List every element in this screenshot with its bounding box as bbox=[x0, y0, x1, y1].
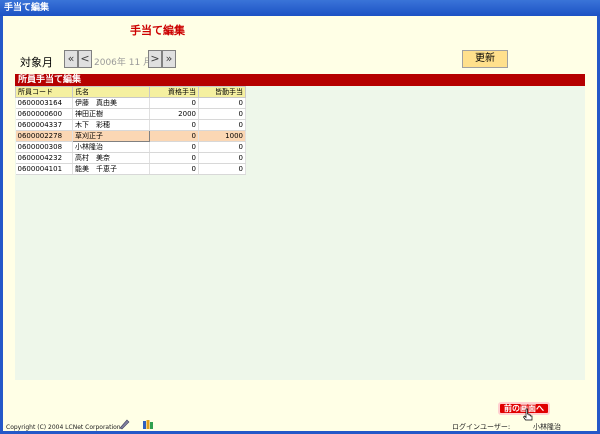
section-header: 所員手当て編集 bbox=[15, 74, 585, 86]
cell-name: 木下 彩穂 bbox=[72, 119, 150, 131]
cell-qualification[interactable]: 0 bbox=[149, 130, 199, 142]
table-header-row: 所員コード 氏名 資格手当 皆勤手当 bbox=[15, 86, 246, 98]
table-row-selected[interactable]: 0600002278 草刈正子 0 1000 bbox=[15, 130, 246, 142]
table-row[interactable]: 0600000600 神田正樹 2000 0 bbox=[15, 108, 246, 120]
page-title: 手当て編集 bbox=[130, 24, 185, 37]
column-header-name: 氏名 bbox=[72, 86, 150, 98]
cell-attendance[interactable]: 0 bbox=[198, 97, 246, 109]
cell-name: 高村 美奈 bbox=[72, 152, 150, 164]
cell-name: 伊藤 真由美 bbox=[72, 97, 150, 109]
cell-attendance[interactable]: 1000 bbox=[198, 130, 246, 142]
target-month-label: 対象月 bbox=[20, 56, 53, 69]
login-user-name: 小林隆治 bbox=[533, 423, 561, 431]
table-row[interactable]: 0600000308 小林隆治 0 0 bbox=[15, 141, 246, 153]
cell-code: 0600002278 bbox=[15, 130, 73, 142]
prev-month-button[interactable]: < bbox=[78, 50, 92, 68]
cell-name: 能美 千恵子 bbox=[72, 163, 150, 175]
login-user-label: ログインユーザー: bbox=[452, 423, 511, 431]
cell-code: 0600004232 bbox=[15, 152, 73, 164]
cell-attendance[interactable]: 0 bbox=[198, 141, 246, 153]
copyright-text: Copyright (C) 2004 LCNet Corporation bbox=[6, 424, 121, 431]
cell-attendance[interactable]: 0 bbox=[198, 119, 246, 131]
cell-qualification[interactable]: 2000 bbox=[149, 108, 199, 120]
books-icon bbox=[143, 420, 153, 429]
cell-code: 0600004337 bbox=[15, 119, 73, 131]
next-month-button[interactable]: > bbox=[148, 50, 162, 68]
last-month-button[interactable]: » bbox=[162, 50, 176, 68]
cell-qualification[interactable]: 0 bbox=[149, 152, 199, 164]
hand-cursor-icon bbox=[523, 408, 533, 421]
table-row[interactable]: 0600004232 高村 美奈 0 0 bbox=[15, 152, 246, 164]
cell-code: 0600000600 bbox=[15, 108, 73, 120]
window-frame-left bbox=[0, 16, 3, 434]
cell-qualification[interactable]: 0 bbox=[149, 119, 199, 131]
table-row[interactable]: 0600003164 伊藤 真由美 0 0 bbox=[15, 97, 246, 109]
cell-code: 0600004101 bbox=[15, 163, 73, 175]
window-title: 手当て編集 bbox=[0, 0, 600, 16]
cell-code: 0600000308 bbox=[15, 141, 73, 153]
cell-qualification[interactable]: 0 bbox=[149, 141, 199, 153]
cell-attendance[interactable]: 0 bbox=[198, 108, 246, 120]
cell-name: 草刈正子 bbox=[72, 130, 150, 142]
pen-icon bbox=[119, 419, 130, 430]
target-month-value: 2006年 11 月 bbox=[94, 58, 153, 68]
cell-qualification[interactable]: 0 bbox=[149, 163, 199, 175]
cell-attendance[interactable]: 0 bbox=[198, 152, 246, 164]
column-header-code: 所員コード bbox=[15, 86, 73, 98]
column-header-attendance: 皆勤手当 bbox=[198, 86, 246, 98]
allowance-table: 所員コード 氏名 資格手当 皆勤手当 0600003164 伊藤 真由美 0 0… bbox=[15, 86, 246, 175]
cell-name: 神田正樹 bbox=[72, 108, 150, 120]
cell-code: 0600003164 bbox=[15, 97, 73, 109]
table-row[interactable]: 0600004337 木下 彩穂 0 0 bbox=[15, 119, 246, 131]
column-header-qualification: 資格手当 bbox=[149, 86, 199, 98]
cell-qualification[interactable]: 0 bbox=[149, 97, 199, 109]
cell-attendance[interactable]: 0 bbox=[198, 163, 246, 175]
first-month-button[interactable]: « bbox=[64, 50, 78, 68]
cell-name: 小林隆治 bbox=[72, 141, 150, 153]
table-row[interactable]: 0600004101 能美 千恵子 0 0 bbox=[15, 163, 246, 175]
update-button[interactable]: 更新 bbox=[462, 50, 508, 68]
